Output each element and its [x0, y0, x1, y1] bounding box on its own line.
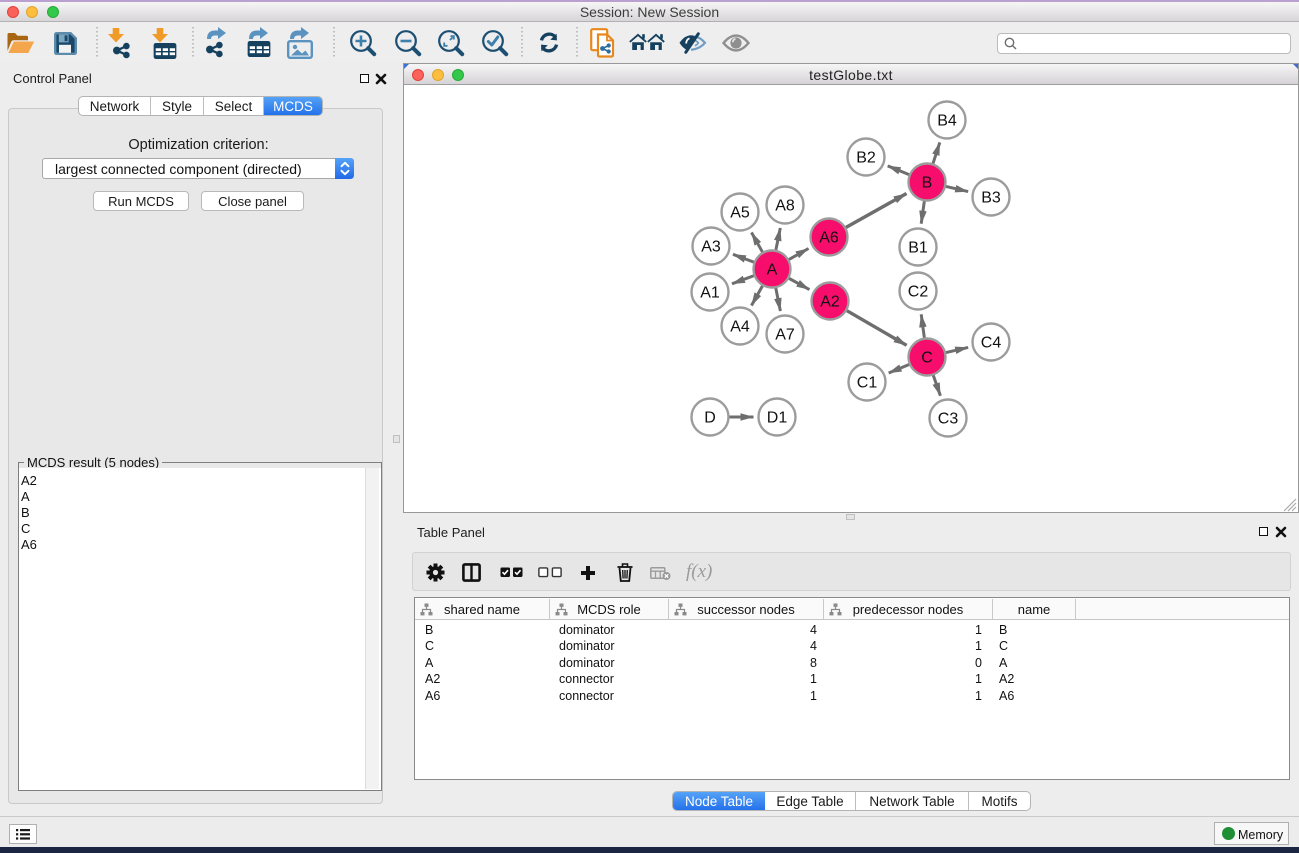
svg-text:A3: A3	[701, 239, 721, 256]
svg-text:A: A	[767, 262, 778, 279]
svg-text:B2: B2	[856, 150, 876, 167]
svg-text:B3: B3	[981, 190, 1001, 207]
svg-text:C3: C3	[938, 411, 959, 428]
svg-text:B1: B1	[908, 240, 928, 257]
svg-text:A8: A8	[775, 198, 795, 215]
svg-text:A1: A1	[700, 285, 720, 302]
svg-text:C2: C2	[908, 284, 929, 301]
svg-text:A4: A4	[730, 319, 750, 336]
svg-text:D: D	[704, 410, 716, 427]
svg-text:B: B	[922, 175, 933, 192]
svg-text:A2: A2	[820, 294, 840, 311]
svg-text:C4: C4	[981, 335, 1002, 352]
svg-text:A6: A6	[819, 230, 839, 247]
svg-text:A7: A7	[775, 327, 795, 344]
svg-text:C: C	[921, 350, 933, 367]
svg-text:D1: D1	[767, 410, 788, 427]
svg-text:C1: C1	[857, 375, 878, 392]
svg-text:B4: B4	[937, 113, 957, 130]
svg-text:A5: A5	[730, 205, 750, 222]
